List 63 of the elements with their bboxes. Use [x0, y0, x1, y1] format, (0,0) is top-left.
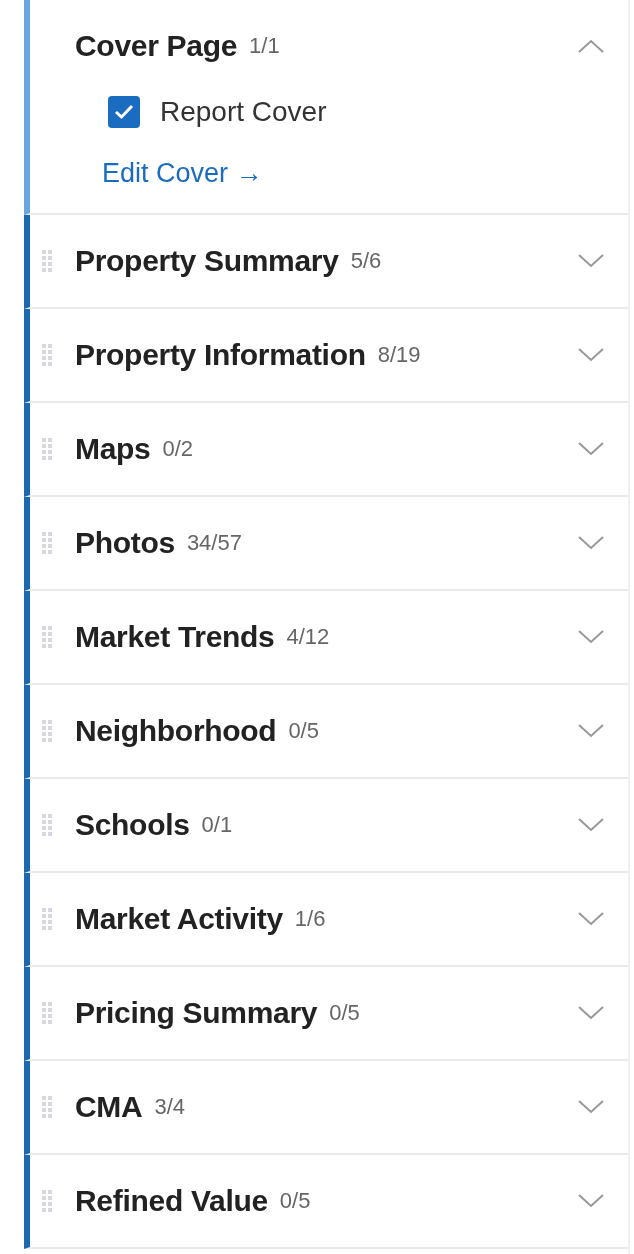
section-header[interactable]: Cover Page 1/1 — [30, 0, 628, 92]
section-header[interactable]: Pricing Summary 0/5 — [30, 967, 628, 1059]
section-header[interactable]: Schools 0/1 — [30, 779, 628, 871]
section-count: 4/12 — [286, 624, 330, 650]
section-header[interactable]: CMA 3/4 — [30, 1061, 628, 1153]
section-header[interactable]: Maps 0/2 — [30, 403, 628, 495]
chevron-down-icon[interactable] — [578, 254, 604, 268]
chevron-down-icon[interactable] — [578, 348, 604, 362]
chevron-down-icon[interactable] — [578, 536, 604, 550]
section-count: 0/5 — [288, 718, 319, 744]
section-header[interactable]: Market Activity 1/6 — [30, 873, 628, 965]
chevron-down-icon[interactable] — [578, 442, 604, 456]
chevron-down-icon[interactable] — [578, 1194, 604, 1208]
section-count: 0/5 — [279, 1188, 311, 1214]
section-count: 0/5 — [329, 1000, 360, 1026]
chevron-down-icon[interactable] — [578, 630, 604, 644]
drag-handle-icon[interactable] — [42, 1096, 52, 1118]
section-title: Cover Page — [75, 29, 238, 63]
chevron-down-icon[interactable] — [578, 912, 604, 926]
drag-handle-icon[interactable] — [42, 1190, 52, 1212]
section-title: Photos — [75, 526, 175, 560]
section-header[interactable]: Refined Value 0/5 — [30, 1155, 628, 1247]
section-title: CMA — [75, 1090, 143, 1124]
section-count: 1/1 — [249, 33, 280, 59]
section-count: 34/57 — [186, 530, 242, 556]
checkbox[interactable] — [108, 96, 140, 128]
section-header[interactable]: Photos 34/57 — [30, 497, 628, 589]
drag-handle-icon[interactable] — [42, 250, 52, 272]
section-title: Refined Value — [75, 1184, 268, 1218]
section-header[interactable]: Property Summary 5/6 — [30, 215, 628, 307]
chevron-down-icon[interactable] — [578, 724, 604, 738]
chevron-down-icon[interactable] — [578, 1006, 604, 1020]
drag-handle-icon[interactable] — [42, 532, 52, 554]
drag-handle-icon[interactable] — [42, 908, 52, 930]
section-title: Pricing Summary — [75, 996, 318, 1030]
section-title: Neighborhood — [75, 714, 277, 748]
section-count: 5/6 — [350, 248, 382, 274]
edit-cover-link[interactable]: Edit Cover → — [102, 158, 263, 189]
section-count: 3/4 — [154, 1094, 185, 1120]
section-title: Market Activity — [75, 902, 283, 936]
drag-handle-icon[interactable] — [42, 344, 52, 366]
section-title: Schools — [75, 808, 190, 842]
chevron-down-icon[interactable] — [578, 818, 604, 832]
drag-handle-icon[interactable] — [42, 1002, 52, 1024]
section-header[interactable]: Property Information 8/19 — [30, 309, 628, 401]
section-header[interactable]: Market Trends 4/12 — [30, 591, 628, 683]
section-count: 0/1 — [201, 812, 233, 838]
drag-handle-icon[interactable] — [42, 438, 52, 460]
section-count: 1/6 — [294, 906, 326, 932]
chevron-down-icon[interactable] — [578, 1100, 604, 1114]
chevron-up-icon[interactable] — [578, 39, 604, 53]
section-header[interactable]: Neighborhood 0/5 — [30, 685, 628, 777]
drag-handle-icon[interactable] — [42, 720, 52, 742]
section-title: Property Summary — [75, 244, 339, 278]
checkmark-icon — [114, 104, 134, 120]
drag-handle-icon[interactable] — [42, 814, 52, 836]
drag-handle-icon[interactable] — [42, 626, 52, 648]
section-title: Maps — [75, 432, 151, 466]
section-title: Property Information — [75, 338, 366, 372]
section-title: Market Trends — [75, 620, 275, 654]
section-count: 8/19 — [377, 342, 421, 368]
section-count: 0/2 — [162, 436, 194, 462]
checkbox-label: Report Cover — [160, 96, 327, 128]
